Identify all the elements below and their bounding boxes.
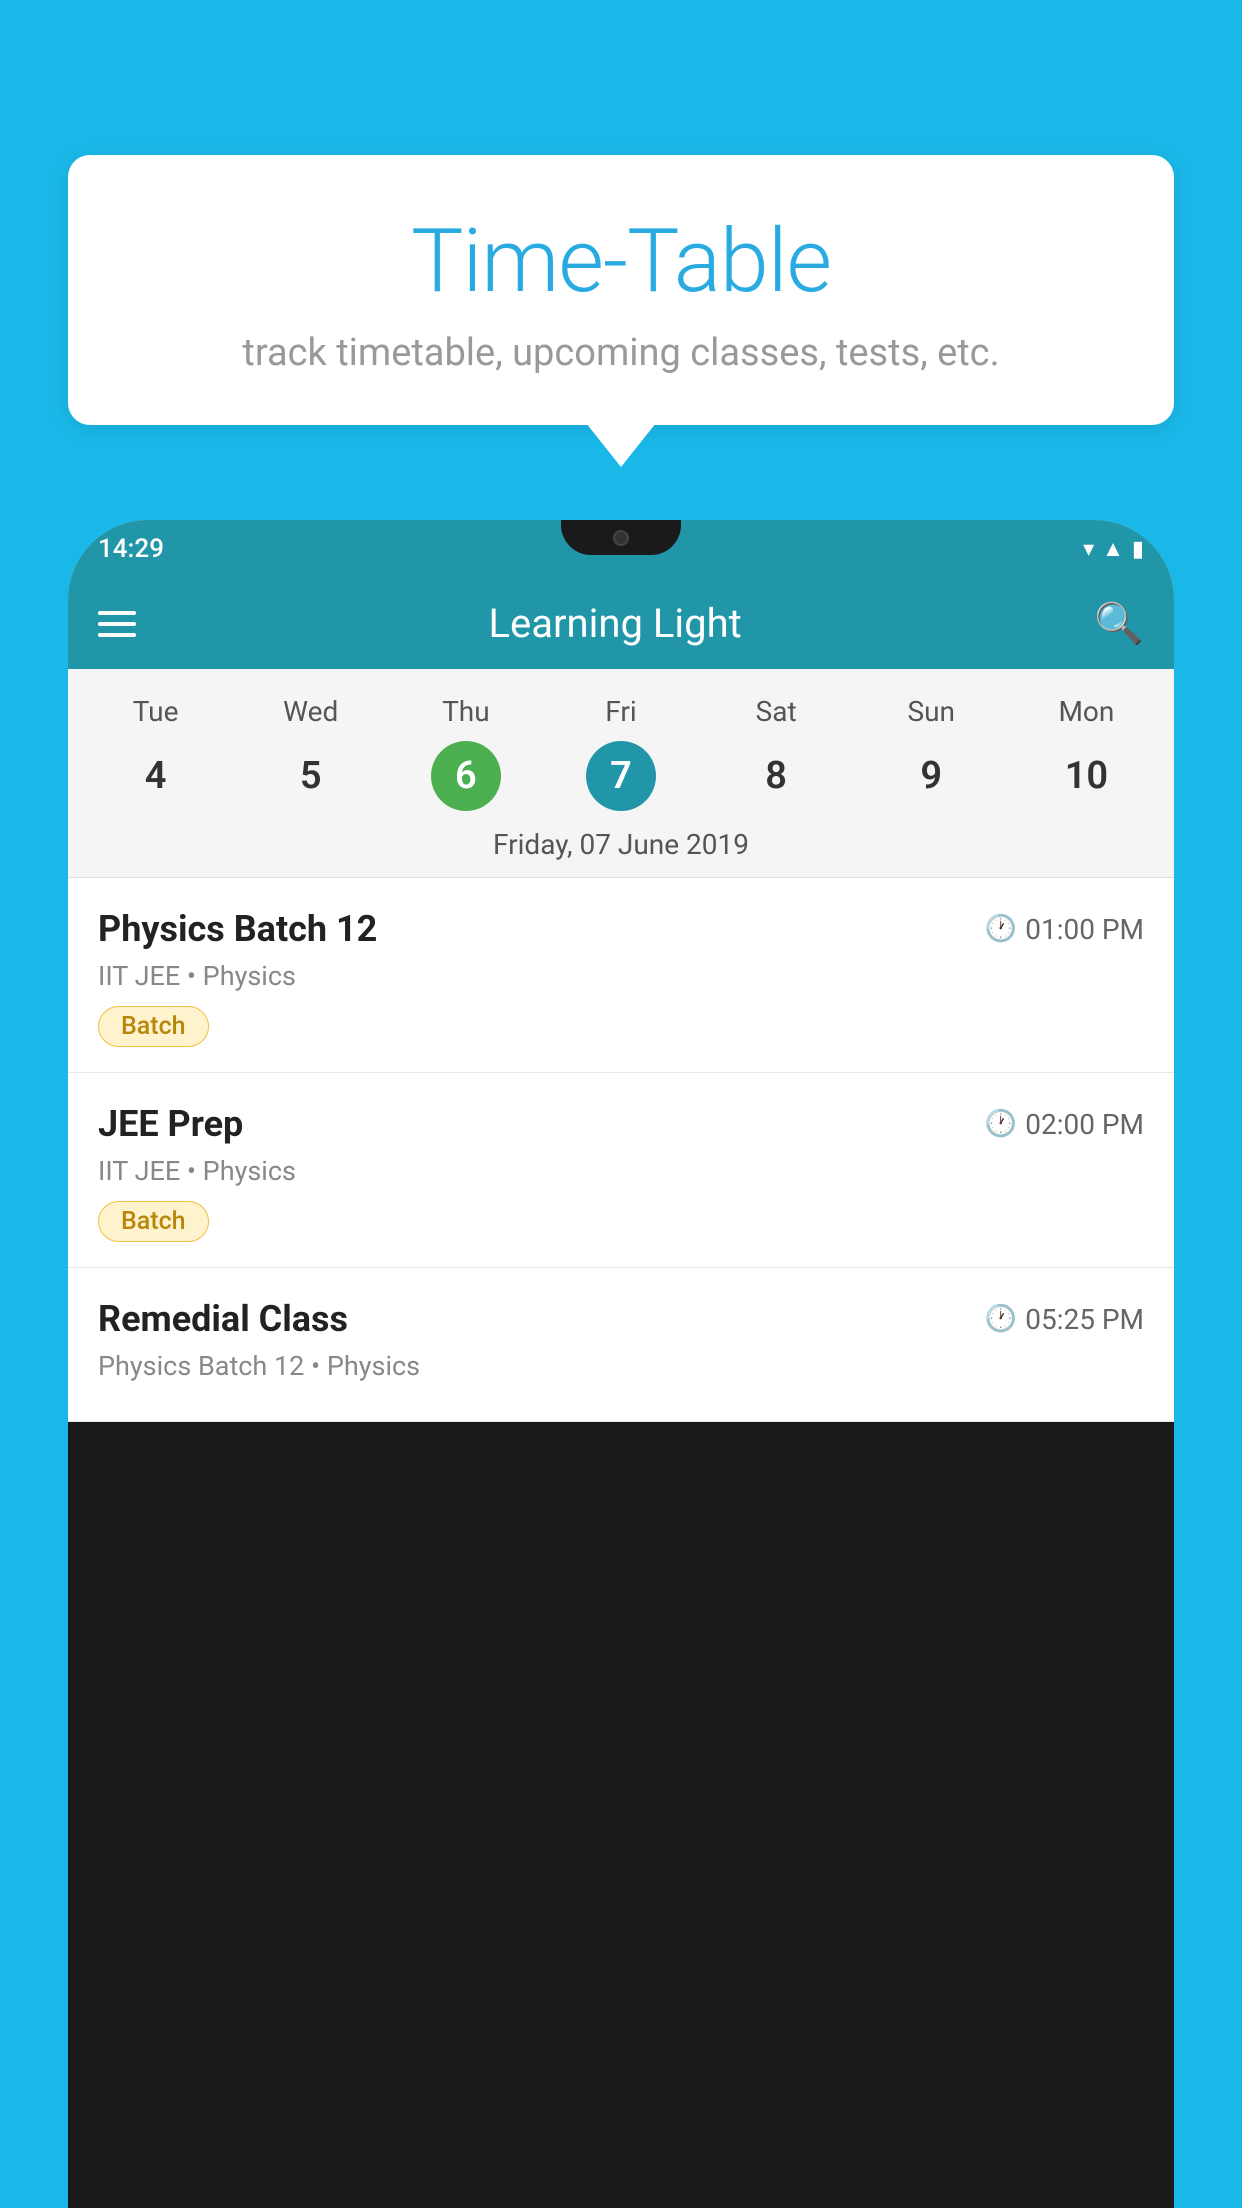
class-item-1[interactable]: Physics Batch 12 🕐 01:00 PM IIT JEE • Ph… (68, 878, 1174, 1073)
card-title: Time-Table (128, 210, 1114, 313)
day-numbers: 4 5 6 7 8 9 10 (68, 744, 1174, 808)
date-7[interactable]: 7 (543, 744, 698, 808)
day-thu: Thu (388, 689, 543, 734)
day-sat: Sat (699, 689, 854, 734)
time-text-3: 05:25 PM (1025, 1303, 1144, 1336)
class-time-3: 🕐 05:25 PM (985, 1303, 1144, 1336)
battery-icon: ▮ (1132, 537, 1144, 562)
date-6[interactable]: 6 (388, 744, 543, 808)
date-10[interactable]: 10 (1009, 744, 1164, 808)
app-header: Learning Light 🔍 (68, 578, 1174, 669)
class-time-1: 🕐 01:00 PM (985, 913, 1144, 946)
intro-card: Time-Table track timetable, upcoming cla… (68, 155, 1174, 425)
batch-badge-1: Batch (98, 1006, 209, 1047)
date-9[interactable]: 9 (854, 744, 1009, 808)
date-5[interactable]: 5 (233, 744, 388, 808)
class-subtitle-1: IIT JEE • Physics (98, 960, 1144, 992)
clock-icon-2: 🕐 (985, 1109, 1017, 1139)
day-wed: Wed (233, 689, 388, 734)
date-8[interactable]: 8 (699, 744, 854, 808)
phone-screen: 14:29 ▾ ▲ ▮ Learning Light 🔍 Tue Wed Thu (68, 520, 1174, 1422)
class-name-2: JEE Prep (98, 1103, 243, 1145)
class-header-2: JEE Prep 🕐 02:00 PM (98, 1103, 1144, 1145)
hamburger-button[interactable] (98, 611, 136, 637)
batch-badge-2: Batch (98, 1201, 209, 1242)
day-fri: Fri (543, 689, 698, 734)
app-title: Learning Light (136, 600, 1094, 647)
class-header-3: Remedial Class 🕐 05:25 PM (98, 1298, 1144, 1340)
status-time: 14:29 (98, 534, 164, 564)
class-item-3[interactable]: Remedial Class 🕐 05:25 PM Physics Batch … (68, 1268, 1174, 1422)
class-time-2: 🕐 02:00 PM (985, 1108, 1144, 1141)
day-headers: Tue Wed Thu Fri Sat Sun Mon (68, 689, 1174, 734)
card-subtitle: track timetable, upcoming classes, tests… (128, 331, 1114, 375)
search-button[interactable]: 🔍 (1094, 600, 1144, 647)
day-tue: Tue (78, 689, 233, 734)
day-mon: Mon (1009, 689, 1164, 734)
status-icons: ▾ ▲ ▮ (1083, 536, 1144, 562)
time-text-2: 02:00 PM (1025, 1108, 1144, 1141)
classes-list: Physics Batch 12 🕐 01:00 PM IIT JEE • Ph… (68, 878, 1174, 1422)
day-sun: Sun (854, 689, 1009, 734)
class-subtitle-3: Physics Batch 12 • Physics (98, 1350, 1144, 1382)
date-4[interactable]: 4 (78, 744, 233, 808)
class-header-1: Physics Batch 12 🕐 01:00 PM (98, 908, 1144, 950)
class-item-2[interactable]: JEE Prep 🕐 02:00 PM IIT JEE • Physics Ba… (68, 1073, 1174, 1268)
signal-icon: ▲ (1102, 536, 1124, 562)
selected-date-label: Friday, 07 June 2019 (68, 820, 1174, 878)
class-subtitle-2: IIT JEE • Physics (98, 1155, 1144, 1187)
class-name-3: Remedial Class (98, 1298, 348, 1340)
camera (613, 530, 629, 546)
time-text-1: 01:00 PM (1025, 913, 1144, 946)
clock-icon-3: 🕐 (985, 1304, 1017, 1334)
notch (561, 520, 681, 555)
class-name-1: Physics Batch 12 (98, 908, 377, 950)
status-bar: 14:29 ▾ ▲ ▮ (68, 520, 1174, 578)
calendar-section: Tue Wed Thu Fri Sat Sun Mon 4 5 6 7 8 9 … (68, 669, 1174, 878)
clock-icon-1: 🕐 (985, 914, 1017, 944)
wifi-icon: ▾ (1083, 537, 1094, 562)
phone-frame: 14:29 ▾ ▲ ▮ Learning Light 🔍 Tue Wed Thu (68, 520, 1174, 2208)
